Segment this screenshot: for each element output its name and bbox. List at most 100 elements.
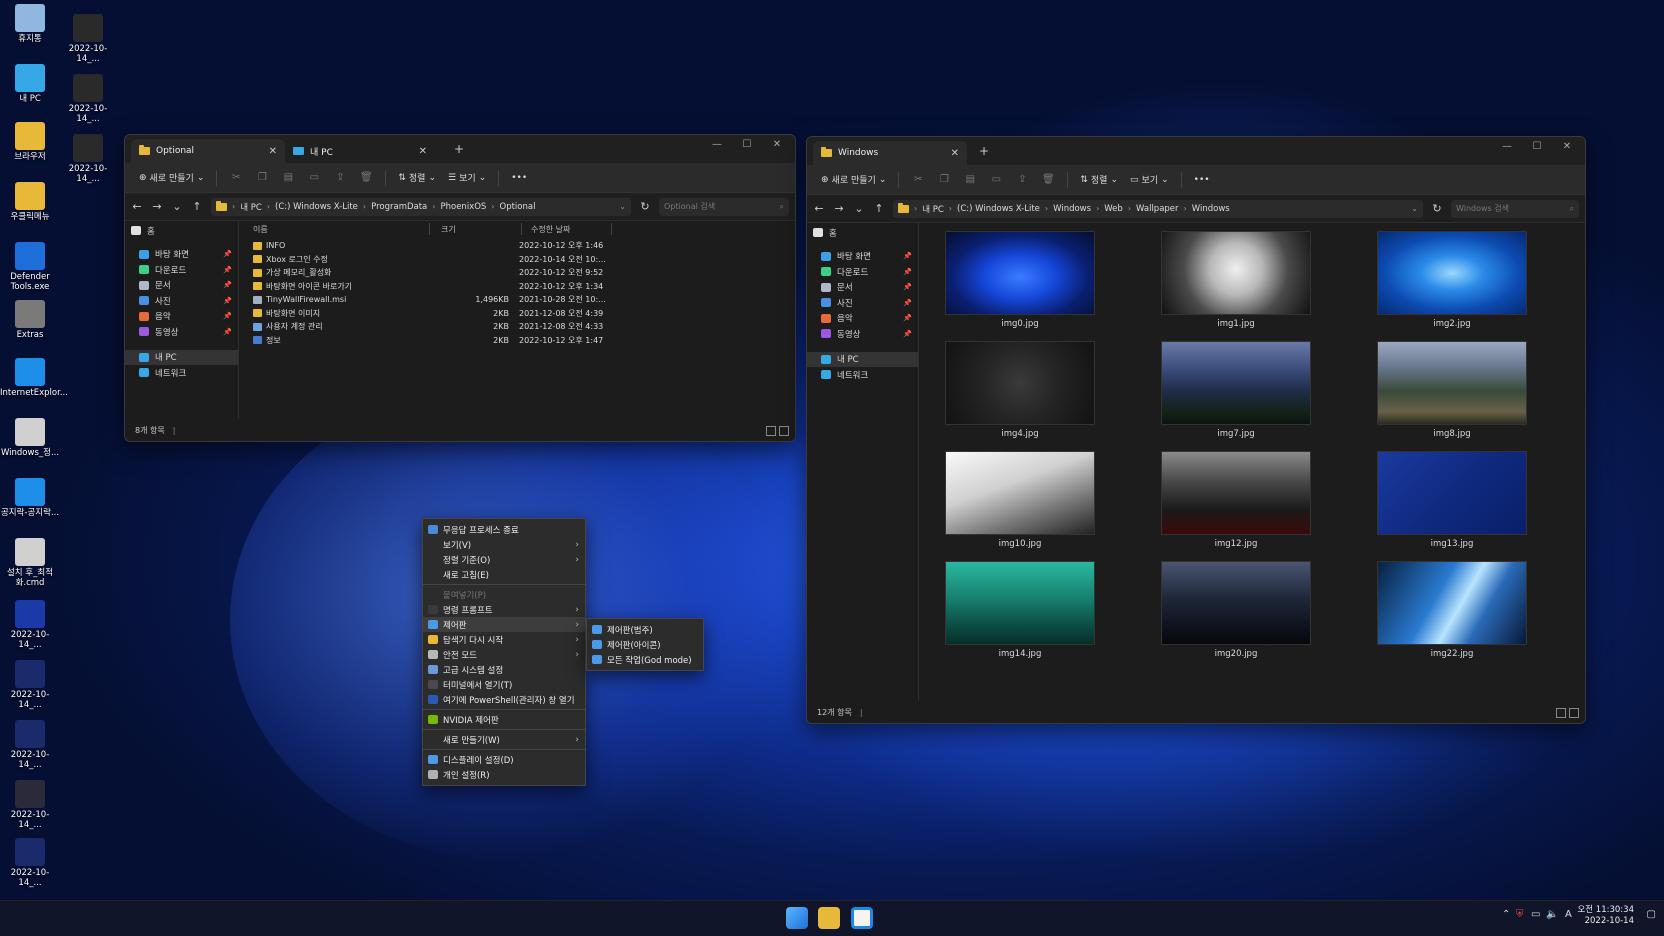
- image-thumbnail[interactable]: img8.jpg: [1377, 341, 1527, 439]
- column-size[interactable]: 크기: [441, 221, 456, 237]
- recent-chevron-icon[interactable]: ⌄: [853, 202, 865, 215]
- view-button[interactable]: ▭ 보기 ⌄: [1126, 173, 1173, 187]
- sidebar-item[interactable]: 동영상 📌: [807, 326, 918, 342]
- sidebar-item[interactable]: 홈: [125, 223, 238, 239]
- copy-icon[interactable]: ❐: [251, 172, 273, 183]
- image-thumbnail[interactable]: img0.jpg: [945, 231, 1095, 329]
- column-date[interactable]: 수정한 날짜: [531, 221, 570, 237]
- breadcrumb-item[interactable]: 내 PC: [240, 201, 262, 213]
- desktop-icon[interactable]: 2022-10-14_...: [0, 660, 60, 711]
- breadcrumb-item[interactable]: Optional: [500, 202, 536, 212]
- breadcrumb-item[interactable]: Web: [1104, 204, 1123, 214]
- menu-item[interactable]: 보기(V) ›: [423, 537, 585, 552]
- cut-icon[interactable]: ✂: [907, 174, 929, 185]
- menu-item[interactable]: 모든 작업(God mode): [587, 652, 703, 667]
- copy-icon[interactable]: ❐: [933, 174, 955, 185]
- desktop-icon[interactable]: 2022-10-14_...: [0, 720, 60, 771]
- desktop-icon[interactable]: Windows_정...: [0, 418, 60, 459]
- maximize-icon[interactable]: ☐: [733, 139, 761, 150]
- rename-icon[interactable]: ▭: [303, 172, 325, 183]
- menu-item[interactable]: 제어판(아이콘): [587, 637, 703, 652]
- breadcrumb-item[interactable]: (C:) Windows X-Lite: [957, 204, 1040, 214]
- close-icon[interactable]: ✕: [763, 139, 791, 150]
- menu-item[interactable]: 안전 모드 ›: [423, 647, 585, 662]
- paste-icon[interactable]: ▤: [959, 174, 981, 185]
- breadcrumb-item[interactable]: Windows: [1192, 204, 1230, 214]
- details-view-icon[interactable]: [1556, 708, 1566, 718]
- tab-close-icon[interactable]: ✕: [419, 146, 427, 157]
- store-icon[interactable]: [851, 907, 873, 929]
- sidebar-item[interactable]: 문서 📌: [125, 278, 238, 294]
- sidebar-item[interactable]: 사진 📌: [125, 293, 238, 309]
- maximize-icon[interactable]: ☐: [1523, 141, 1551, 152]
- search-input[interactable]: Optional 검색 ⌕: [659, 197, 789, 216]
- desktop-icon[interactable]: 설치 후_최적화.cmd: [0, 538, 60, 589]
- image-thumbnail[interactable]: img10.jpg: [945, 451, 1095, 549]
- new-tab-plus-icon[interactable]: +: [979, 144, 989, 158]
- minimize-icon[interactable]: —: [703, 139, 731, 150]
- desktop-icon[interactable]: 공지락-공지락...: [0, 478, 60, 519]
- desktop-icon[interactable]: 2022-10-14_...: [0, 600, 60, 651]
- desktop-icon[interactable]: 2022-10-14_...: [0, 838, 60, 889]
- desktop-icon[interactable]: Extras: [0, 300, 60, 341]
- file-row[interactable]: TinyWallFirewall.msi 1,496KB 2021-10-28 오전…: [241, 293, 795, 306]
- image-thumbnail[interactable]: img14.jpg: [945, 561, 1095, 659]
- menu-item[interactable]: 명령 프롬프트 ›: [423, 602, 585, 617]
- view-button[interactable]: ☰ 보기 ⌄: [444, 171, 490, 185]
- desktop-icon[interactable]: 2022-10-14_...: [58, 14, 118, 65]
- menu-item[interactable]: 개인 설정(R): [423, 767, 585, 782]
- menu-item[interactable]: 터미널에서 열기(T): [423, 677, 585, 692]
- share-icon[interactable]: ⇪: [329, 172, 351, 183]
- menu-item[interactable]: 제어판 ›: [423, 617, 585, 632]
- desktop-icon[interactable]: 내 PC: [0, 64, 60, 105]
- breadcrumb-item[interactable]: PhoenixOS: [440, 202, 486, 212]
- desktop-icon[interactable]: 브라우저: [0, 122, 60, 163]
- desktop-icon[interactable]: InternetExplor...: [0, 358, 68, 399]
- breadcrumb-item[interactable]: 내 PC: [922, 203, 944, 215]
- tiles-view-icon[interactable]: [1569, 708, 1579, 718]
- sidebar-item[interactable]: 다운로드 📌: [125, 262, 238, 278]
- menu-item[interactable]: 새로 만들기(W) ›: [423, 732, 585, 747]
- speaker-icon[interactable]: 🔈: [1546, 909, 1558, 920]
- rename-icon[interactable]: ▭: [985, 174, 1007, 185]
- tab-close-icon[interactable]: ✕: [951, 148, 959, 159]
- image-thumbnail[interactable]: img13.jpg: [1377, 451, 1527, 549]
- refresh-icon[interactable]: ↻: [639, 200, 651, 213]
- tray-overflow-icon[interactable]: ⌃: [1502, 909, 1510, 920]
- menu-item[interactable]: 붙여넣기(P): [423, 587, 585, 602]
- desktop-icon[interactable]: 2022-10-14_...: [58, 134, 118, 185]
- sidebar-item[interactable]: 내 PC: [125, 349, 238, 365]
- more-options-icon[interactable]: •••: [507, 173, 531, 183]
- file-row[interactable]: INFO 2022-10-12 오후 1:46: [241, 239, 795, 252]
- close-icon[interactable]: ✕: [1553, 141, 1581, 152]
- new-button[interactable]: ⊕ 새로 만들기 ⌄: [135, 171, 208, 185]
- menu-item[interactable]: 새로 고침(E): [423, 567, 585, 582]
- paste-icon[interactable]: ▤: [277, 172, 299, 183]
- delete-icon[interactable]: 🗑: [355, 172, 377, 183]
- tab-windows[interactable]: Windows ✕: [813, 141, 967, 165]
- sidebar-item[interactable]: 음악 📌: [807, 311, 918, 327]
- sidebar-item[interactable]: 문서 📌: [807, 280, 918, 296]
- desktop-icon[interactable]: 2022-10-14_...: [58, 74, 118, 125]
- address-dropdown-icon[interactable]: ⌄: [1411, 204, 1418, 213]
- tab-my-pc[interactable]: 내 PC ✕: [285, 139, 435, 163]
- sidebar-item[interactable]: 바탕 화면 📌: [807, 249, 918, 265]
- forward-arrow-icon[interactable]: →: [833, 202, 845, 215]
- up-arrow-icon[interactable]: ↑: [873, 202, 885, 215]
- address-dropdown-icon[interactable]: ⌄: [619, 202, 626, 211]
- forward-arrow-icon[interactable]: →: [151, 200, 163, 213]
- sidebar-item[interactable]: 바탕 화면 📌: [125, 247, 238, 263]
- breadcrumb-item[interactable]: Wallpaper: [1136, 204, 1179, 214]
- sort-button[interactable]: ⇅ 정렬 ⌄: [1076, 173, 1122, 187]
- notification-icon[interactable]: ▢: [1647, 909, 1656, 920]
- menu-item[interactable]: 제어판(범주): [587, 622, 703, 637]
- cut-icon[interactable]: ✂: [225, 172, 247, 183]
- sidebar-item[interactable]: 다운로드 📌: [807, 264, 918, 280]
- defender-tray-icon[interactable]: ⛨: [1516, 909, 1524, 920]
- breadcrumb-item[interactable]: Windows: [1053, 204, 1091, 214]
- menu-item[interactable]: 무응답 프로세스 종료: [423, 522, 585, 537]
- desktop-icon[interactable]: 휴지통: [0, 4, 60, 45]
- sidebar-item[interactable]: 네트워크: [125, 365, 238, 381]
- image-thumbnail[interactable]: img7.jpg: [1161, 341, 1311, 439]
- share-icon[interactable]: ⇪: [1011, 174, 1033, 185]
